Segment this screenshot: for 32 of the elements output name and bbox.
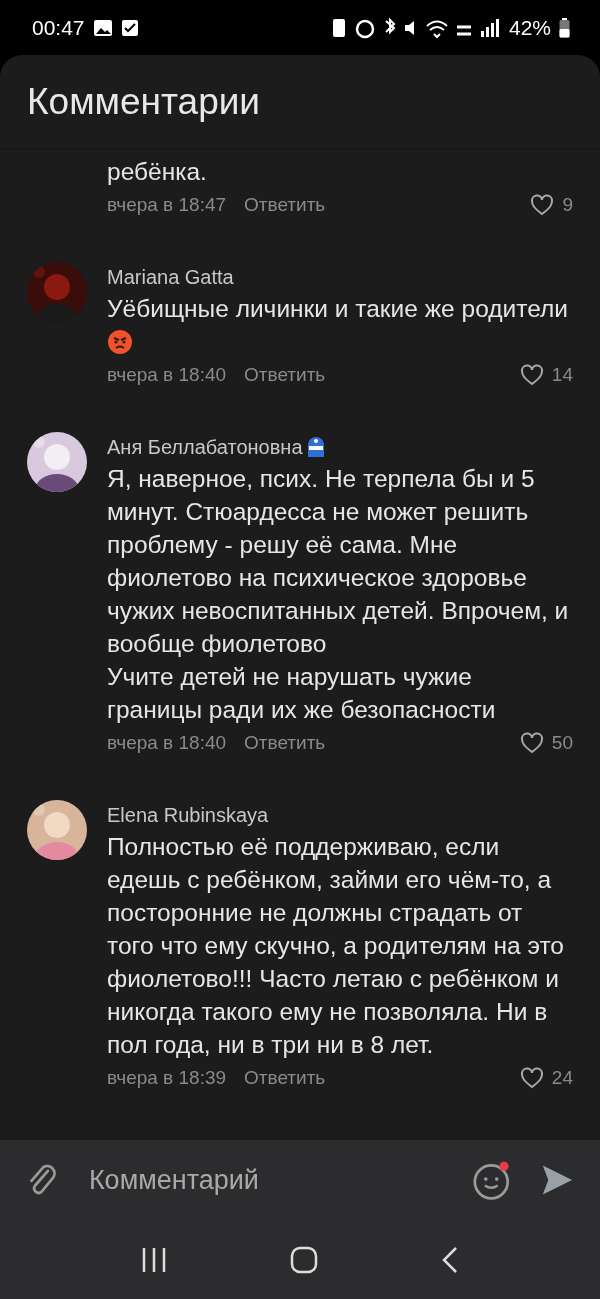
like-count: 24 <box>551 1067 573 1089</box>
like-count: 50 <box>551 732 573 754</box>
author-name[interactable]: Elena Rubinskaya <box>107 803 269 827</box>
battery-level: 42% <box>508 15 551 40</box>
comment-time: вчера в 18:39 <box>107 1067 227 1089</box>
reply-link[interactable]: Ответить <box>244 1067 326 1089</box>
reply-link[interactable]: Ответить <box>244 364 326 386</box>
comment-text: Уёбищные личинки и такие же родители <box>107 292 573 358</box>
heart-icon[interactable] <box>519 732 544 754</box>
heart-icon[interactable] <box>530 194 555 216</box>
image-icon <box>92 17 113 38</box>
like-count: 14 <box>551 364 573 386</box>
home-icon[interactable] <box>290 1245 318 1274</box>
like-count: 9 <box>562 194 573 216</box>
heart-icon[interactable] <box>519 1067 544 1089</box>
comment-text: Я, наверное, псих. Не терпела бы и 5 минут. Стюардесса не может решить проблему - решу её сама. Мне фиолетово на психическое здоровье чужих невоспитанных детей. Впрочем, и вообще фиолетово Учите детей не нарушать чужие границы ради их же безопасности <box>107 464 570 725</box>
author-name[interactable]: Аня Беллабатоновна <box>107 435 303 459</box>
comment-time: вчера в 18:47 <box>107 194 227 216</box>
comment-time: вчера в 18:40 <box>107 364 227 386</box>
comment-text: Полностью её поддерживаю, если едешь с ребёнком, займи его чём-то, а посторонние не должны страдать от того что ему скучно, а родителям на это фиолетово!!! Часто летаю с ребёнком и никогда такого ему не позволяла. Ни в пол года, ни в три ни в 8 лет. <box>107 832 565 1060</box>
comment-text: ребёнка. <box>107 157 208 187</box>
heart-icon[interactable] <box>519 364 544 386</box>
recent-apps-icon[interactable] <box>141 1246 168 1273</box>
author-name[interactable]: Mariana Gatta <box>107 265 234 289</box>
page-title: Комментарии <box>27 80 261 123</box>
back-icon[interactable] <box>440 1245 459 1274</box>
reply-link[interactable]: Ответить <box>244 732 326 754</box>
comment-time: вчера в 18:40 <box>107 732 227 754</box>
clock: 00:47 <box>32 15 85 40</box>
reply-link[interactable]: Ответить <box>244 194 326 216</box>
checkbox-icon <box>120 17 139 38</box>
battery-icon <box>559 17 570 38</box>
